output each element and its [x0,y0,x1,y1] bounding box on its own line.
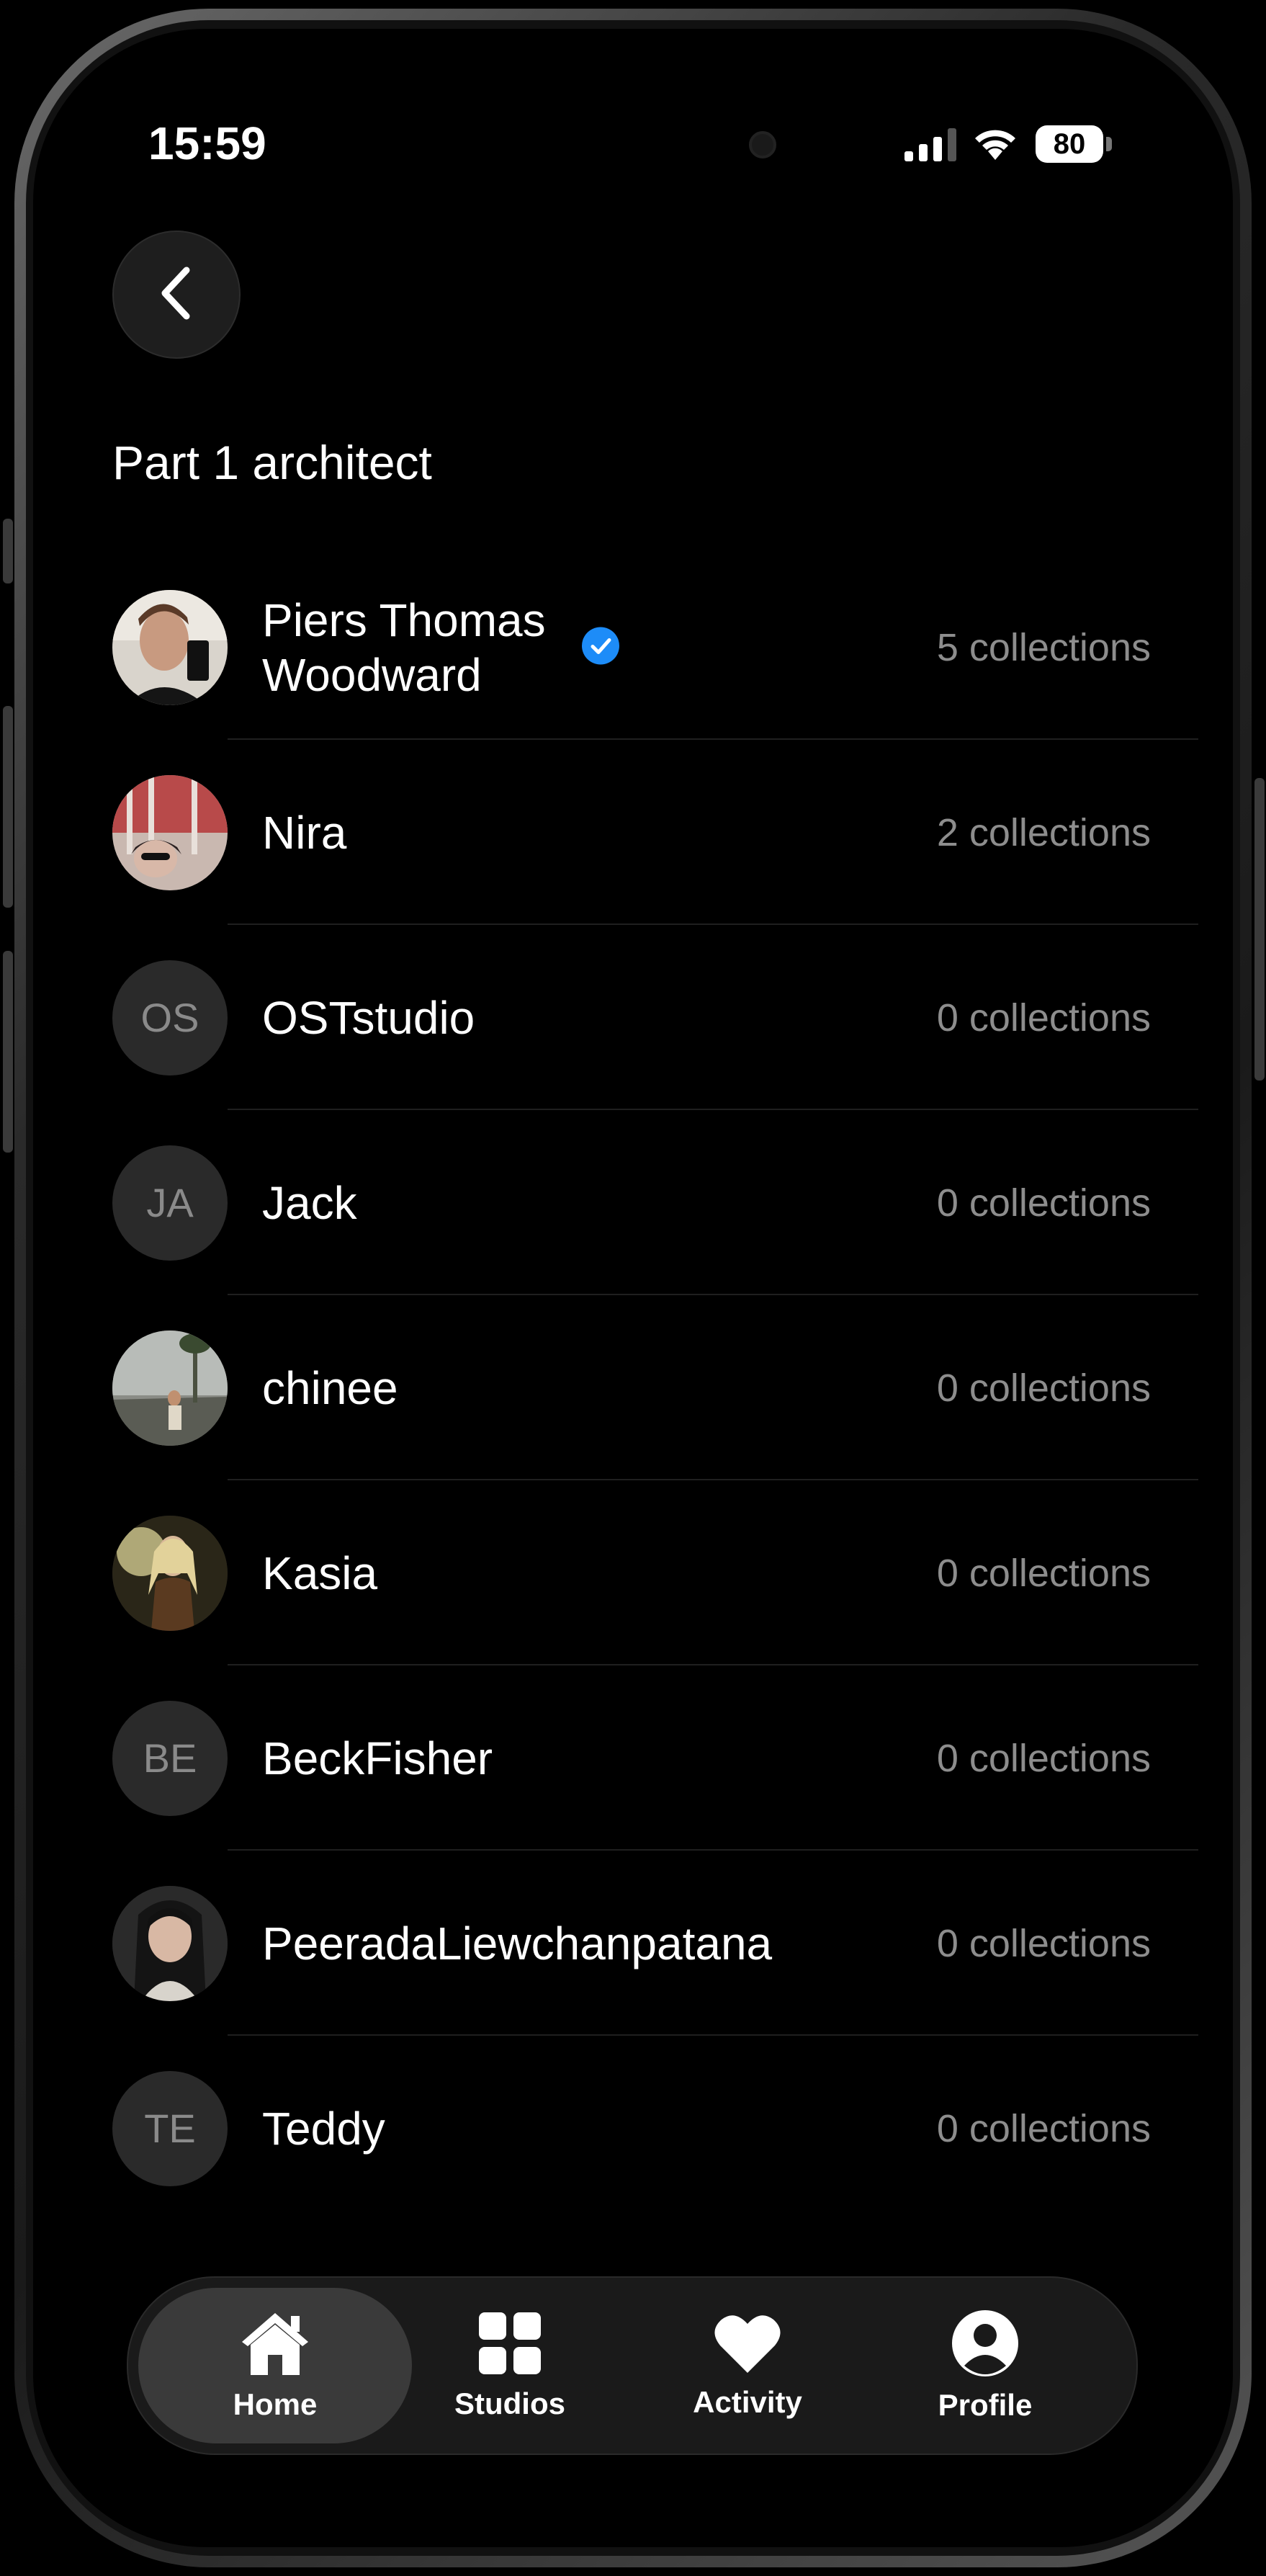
collection-count: 0 collections [936,996,1151,1039]
collection-count: 0 collections [936,1921,1151,1965]
avatar [112,589,228,705]
collection-count: 0 collections [936,1181,1151,1225]
member-list: Piers Thomas Woodward 5 collections Nira… [112,555,1198,2221]
device: 15:59 80 Part 1 architect Piers Thomas W… [0,0,1266,2576]
tab-bar: Home Studios Activity Profile [127,2276,1138,2455]
tab-label: Profile [938,2387,1033,2422]
battery-indicator: 80 [1036,125,1103,163]
home-icon [239,2310,311,2380]
member-name-line2: Woodward [262,648,482,701]
avatar: BE [112,1700,228,1816]
avatar [112,774,228,890]
collection-count: 0 collections [936,1551,1151,1595]
member-name: PeeradaLiewchanpatana [262,1917,773,1969]
list-item[interactable]: chinee 0 collections [112,1295,1198,1480]
member-name: Teddy [262,2102,385,2155]
side-button-volume-down [3,951,13,1153]
tab-home[interactable]: Home [138,2288,412,2443]
member-name: BeckFisher [262,1732,493,1784]
verified-badge-icon [580,625,621,669]
collection-count: 0 collections [936,2106,1151,2150]
side-button-volume-up [3,706,13,908]
tab-label: Studios [454,2386,565,2420]
side-button-action [3,519,13,583]
tab-label: Activity [693,2384,802,2419]
member-name-line1: Piers Thomas [262,594,546,646]
collection-count: 2 collections [936,810,1151,854]
list-item[interactable]: Piers Thomas Woodward 5 collections [112,555,1198,740]
member-name: Jack [262,1176,357,1229]
tab-label: Home [233,2387,318,2421]
profile-icon [951,2309,1019,2381]
list-item[interactable]: Kasia 0 collections [112,1480,1198,1665]
avatar [112,1885,228,2001]
list-item[interactable]: BE BeckFisher 0 collections [112,1665,1198,1851]
chevron-left-icon [155,264,198,326]
battery-tip [1106,137,1112,151]
page-title: Part 1 architect [112,436,432,489]
member-name: Nira [262,806,347,859]
avatar [112,1515,228,1631]
avatar: TE [112,2070,228,2186]
member-name: Piers Thomas Woodward [262,593,546,702]
wifi-icon [972,124,1018,165]
list-item[interactable]: TE Teddy 0 collections [112,2036,1198,2221]
member-name: chinee [262,1361,398,1414]
signal-icon [904,128,956,161]
status-time: 15:59 [148,117,266,169]
collection-count: 0 collections [936,1736,1151,1780]
back-button[interactable] [112,231,241,359]
front-camera [749,131,776,158]
member-name: OSTstudio [262,991,475,1044]
tab-activity[interactable]: Activity [611,2288,884,2443]
grid-icon [477,2311,542,2379]
list-item[interactable]: PeeradaLiewchanpatana 0 collections [112,1851,1198,2036]
avatar: OS [112,960,228,1075]
tab-studios[interactable]: Studios [373,2288,647,2443]
list-item[interactable]: OS OSTstudio 0 collections [112,925,1198,1110]
heart-icon [713,2312,782,2378]
tab-profile[interactable]: Profile [848,2288,1122,2443]
list-item[interactable]: JA Jack 0 collections [112,1110,1198,1295]
collection-count: 0 collections [936,1366,1151,1410]
avatar [112,1330,228,1446]
avatar: JA [112,1145,228,1261]
member-name: Kasia [262,1547,378,1599]
collection-count: 5 collections [936,625,1151,669]
list-item[interactable]: Nira 2 collections [112,740,1198,925]
side-button-power [1254,778,1265,1081]
